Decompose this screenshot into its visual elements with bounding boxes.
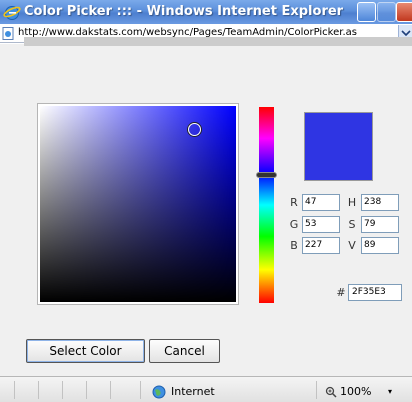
internet-explorer-icon <box>3 6 21 20</box>
zoom-level[interactable]: 100% <box>340 384 371 400</box>
r-input[interactable]: 47 <box>302 194 340 211</box>
zoom-icon[interactable] <box>325 386 339 398</box>
g-label: G <box>289 218 299 231</box>
v-input[interactable]: 89 <box>361 237 399 254</box>
globe-icon <box>152 385 166 399</box>
s-input[interactable]: 79 <box>361 216 399 233</box>
status-divider <box>86 381 87 399</box>
r-label: R <box>290 196 298 209</box>
status-divider <box>140 381 141 399</box>
hue-slider-handle[interactable] <box>256 172 277 178</box>
g-input[interactable]: 53 <box>302 216 340 233</box>
s-label: S <box>348 218 356 231</box>
cancel-button[interactable]: Cancel <box>149 339 220 363</box>
status-divider <box>316 381 317 399</box>
hex-input[interactable]: 2F35E3 <box>348 284 402 301</box>
b-input[interactable]: 227 <box>302 237 340 254</box>
page-icon <box>2 27 14 40</box>
color-selector-cursor[interactable] <box>188 123 201 136</box>
title-bar: Color Picker ::: - Windows Internet Expl… <box>0 0 412 24</box>
zoom-dropdown-arrow[interactable]: ▾ <box>388 384 392 400</box>
maximize-button[interactable] <box>377 2 396 22</box>
b-label: B <box>290 239 298 252</box>
status-divider <box>110 381 111 399</box>
status-divider <box>38 381 39 399</box>
select-color-button[interactable]: Select Color <box>26 339 145 363</box>
color-preview-swatch <box>304 112 373 181</box>
status-bar: Internet 100% ▾ <box>0 376 412 402</box>
minimize-button[interactable] <box>357 2 376 22</box>
header-bar <box>24 37 412 46</box>
status-divider <box>62 381 63 399</box>
h-label: H <box>347 196 357 209</box>
h-input[interactable]: 238 <box>361 194 399 211</box>
security-zone-label: Internet <box>171 385 215 398</box>
close-button[interactable] <box>396 2 412 22</box>
v-label: V <box>348 239 356 252</box>
window-title: Color Picker ::: - Windows Internet Expl… <box>24 4 344 19</box>
hue-slider[interactable] <box>259 107 274 303</box>
status-divider <box>14 381 15 399</box>
hex-label: # <box>336 286 346 299</box>
saturation-value-area[interactable] <box>37 103 239 305</box>
